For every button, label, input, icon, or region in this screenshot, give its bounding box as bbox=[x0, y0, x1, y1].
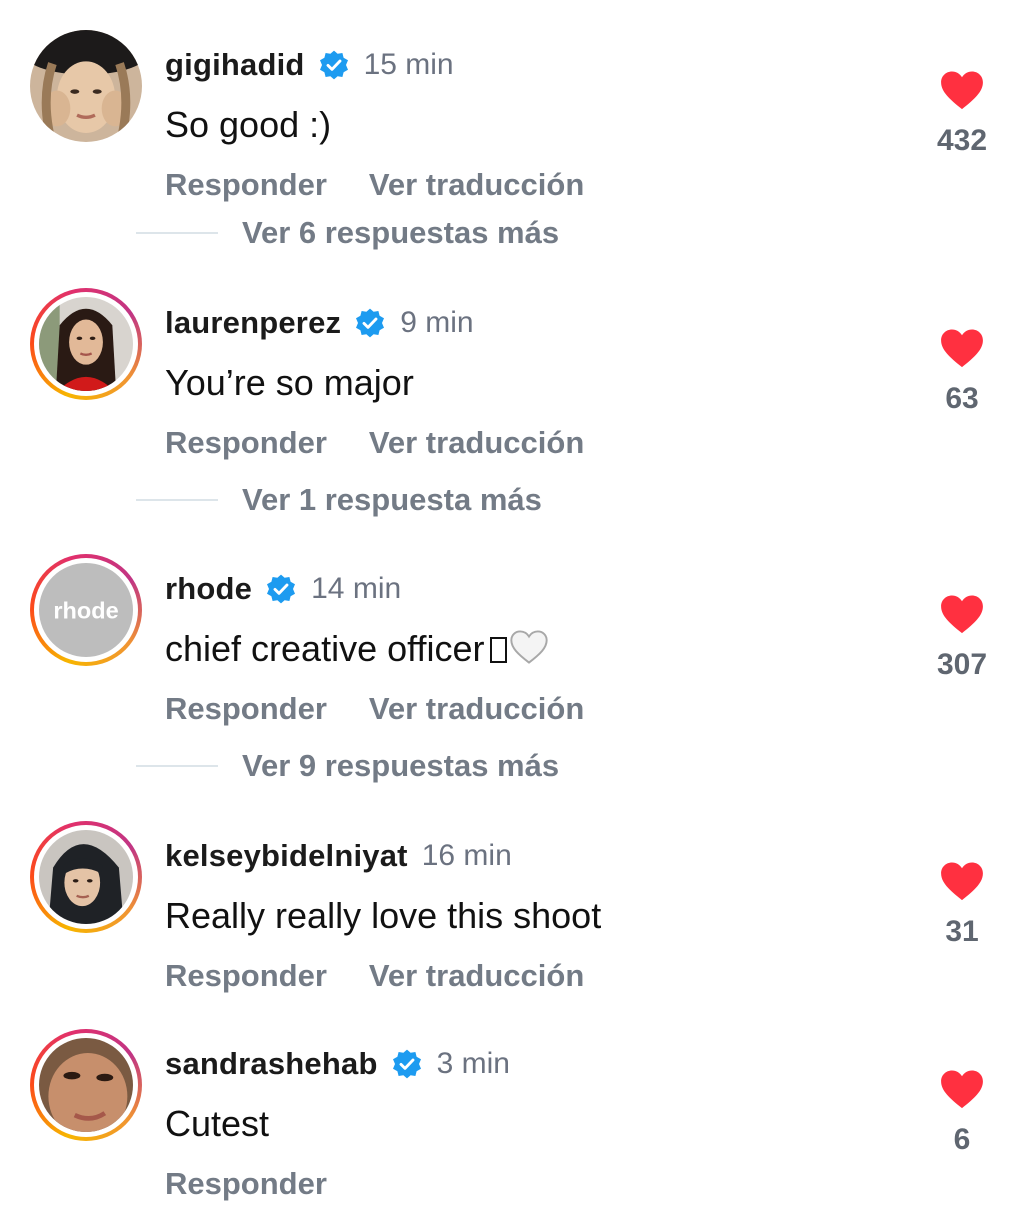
avatar-photo bbox=[39, 830, 133, 924]
see-translation-button[interactable]: Ver traducción bbox=[369, 425, 584, 461]
view-more-replies[interactable]: Ver 6 respuestas más bbox=[136, 213, 559, 253]
heart-icon[interactable] bbox=[940, 594, 984, 634]
comment-item: laurenperez 9 min You’re so major Respon… bbox=[0, 288, 1032, 478]
avatar-photo: rhode bbox=[39, 563, 133, 657]
avatar[interactable] bbox=[30, 1029, 142, 1141]
white-heart-emoji bbox=[510, 630, 549, 664]
username[interactable]: gigihadid bbox=[165, 47, 305, 83]
view-more-replies[interactable]: Ver 9 respuestas más bbox=[136, 746, 559, 786]
like-count: 6 bbox=[953, 1123, 971, 1156]
divider bbox=[136, 765, 218, 767]
comment-time: 9 min bbox=[400, 306, 474, 339]
see-translation-button[interactable]: Ver traducción bbox=[369, 691, 584, 727]
reply-button[interactable]: Responder bbox=[165, 1166, 327, 1202]
avatar-photo bbox=[30, 30, 142, 142]
verified-badge-icon bbox=[391, 1048, 423, 1080]
comment-time: 15 min bbox=[363, 48, 454, 81]
username[interactable]: laurenperez bbox=[165, 305, 341, 341]
like-count: 63 bbox=[945, 382, 979, 415]
like-control: 63 bbox=[920, 328, 1004, 416]
missing-glyph-icon bbox=[490, 637, 508, 663]
comment-text: So good :) bbox=[165, 104, 332, 145]
comment-item: gigihadid 15 min So good :) Responder Ve… bbox=[0, 30, 1032, 220]
reply-button[interactable]: Responder bbox=[165, 691, 327, 727]
avatar[interactable] bbox=[30, 821, 142, 933]
avatar-photo bbox=[39, 297, 133, 391]
comment-time: 14 min bbox=[311, 572, 402, 605]
reply-button[interactable]: Responder bbox=[165, 167, 327, 203]
comment-text: Cutest bbox=[165, 1103, 270, 1144]
like-control: 31 bbox=[920, 861, 1004, 949]
like-control: 6 bbox=[920, 1069, 1004, 1157]
rhode-logo-text: rhode bbox=[53, 597, 118, 623]
comment-text: chief creative officer bbox=[165, 628, 485, 669]
verified-badge-icon bbox=[265, 573, 297, 605]
heart-icon[interactable] bbox=[940, 861, 984, 901]
reply-button[interactable]: Responder bbox=[165, 425, 327, 461]
like-count: 432 bbox=[936, 124, 988, 157]
view-more-replies[interactable]: Ver 1 respuesta más bbox=[136, 480, 542, 520]
comment-item: sandrashehab 3 min Cutest Responder 6 bbox=[0, 1029, 1032, 1219]
comment-text: You’re so major bbox=[165, 362, 414, 403]
comment-text-row: chief creative officer bbox=[165, 628, 549, 670]
see-translation-button[interactable]: Ver traducción bbox=[369, 167, 584, 203]
comment-item: rhode rhode 14 min chief creative office… bbox=[0, 554, 1032, 744]
like-count: 31 bbox=[945, 915, 979, 948]
comment-time: 16 min bbox=[421, 839, 512, 872]
comment-text: Really really love this shoot bbox=[165, 895, 602, 936]
heart-icon[interactable] bbox=[940, 70, 984, 110]
like-control: 307 bbox=[920, 594, 1004, 682]
like-count: 307 bbox=[936, 648, 988, 681]
comment-item: kelseybidelniyat 16 min Really really lo… bbox=[0, 821, 1032, 1011]
reply-button[interactable]: Responder bbox=[165, 958, 327, 994]
avatar[interactable] bbox=[30, 288, 142, 400]
view-more-replies-label[interactable]: Ver 1 respuesta más bbox=[242, 482, 542, 518]
like-control: 432 bbox=[920, 70, 1004, 158]
verified-badge-icon bbox=[354, 307, 386, 339]
username[interactable]: kelseybidelniyat bbox=[165, 838, 408, 874]
avatar-photo bbox=[39, 1038, 133, 1132]
see-translation-button[interactable]: Ver traducción bbox=[369, 958, 584, 994]
username[interactable]: rhode bbox=[165, 571, 252, 607]
verified-badge-icon bbox=[318, 49, 350, 81]
view-more-replies-label[interactable]: Ver 9 respuestas más bbox=[242, 748, 559, 784]
avatar[interactable] bbox=[30, 30, 142, 142]
username[interactable]: sandrashehab bbox=[165, 1046, 378, 1082]
heart-icon[interactable] bbox=[940, 328, 984, 368]
heart-icon[interactable] bbox=[940, 1069, 984, 1109]
comment-time: 3 min bbox=[436, 1047, 510, 1080]
divider bbox=[136, 499, 218, 501]
avatar[interactable]: rhode bbox=[30, 554, 142, 666]
view-more-replies-label[interactable]: Ver 6 respuestas más bbox=[242, 215, 559, 251]
divider bbox=[136, 232, 218, 234]
